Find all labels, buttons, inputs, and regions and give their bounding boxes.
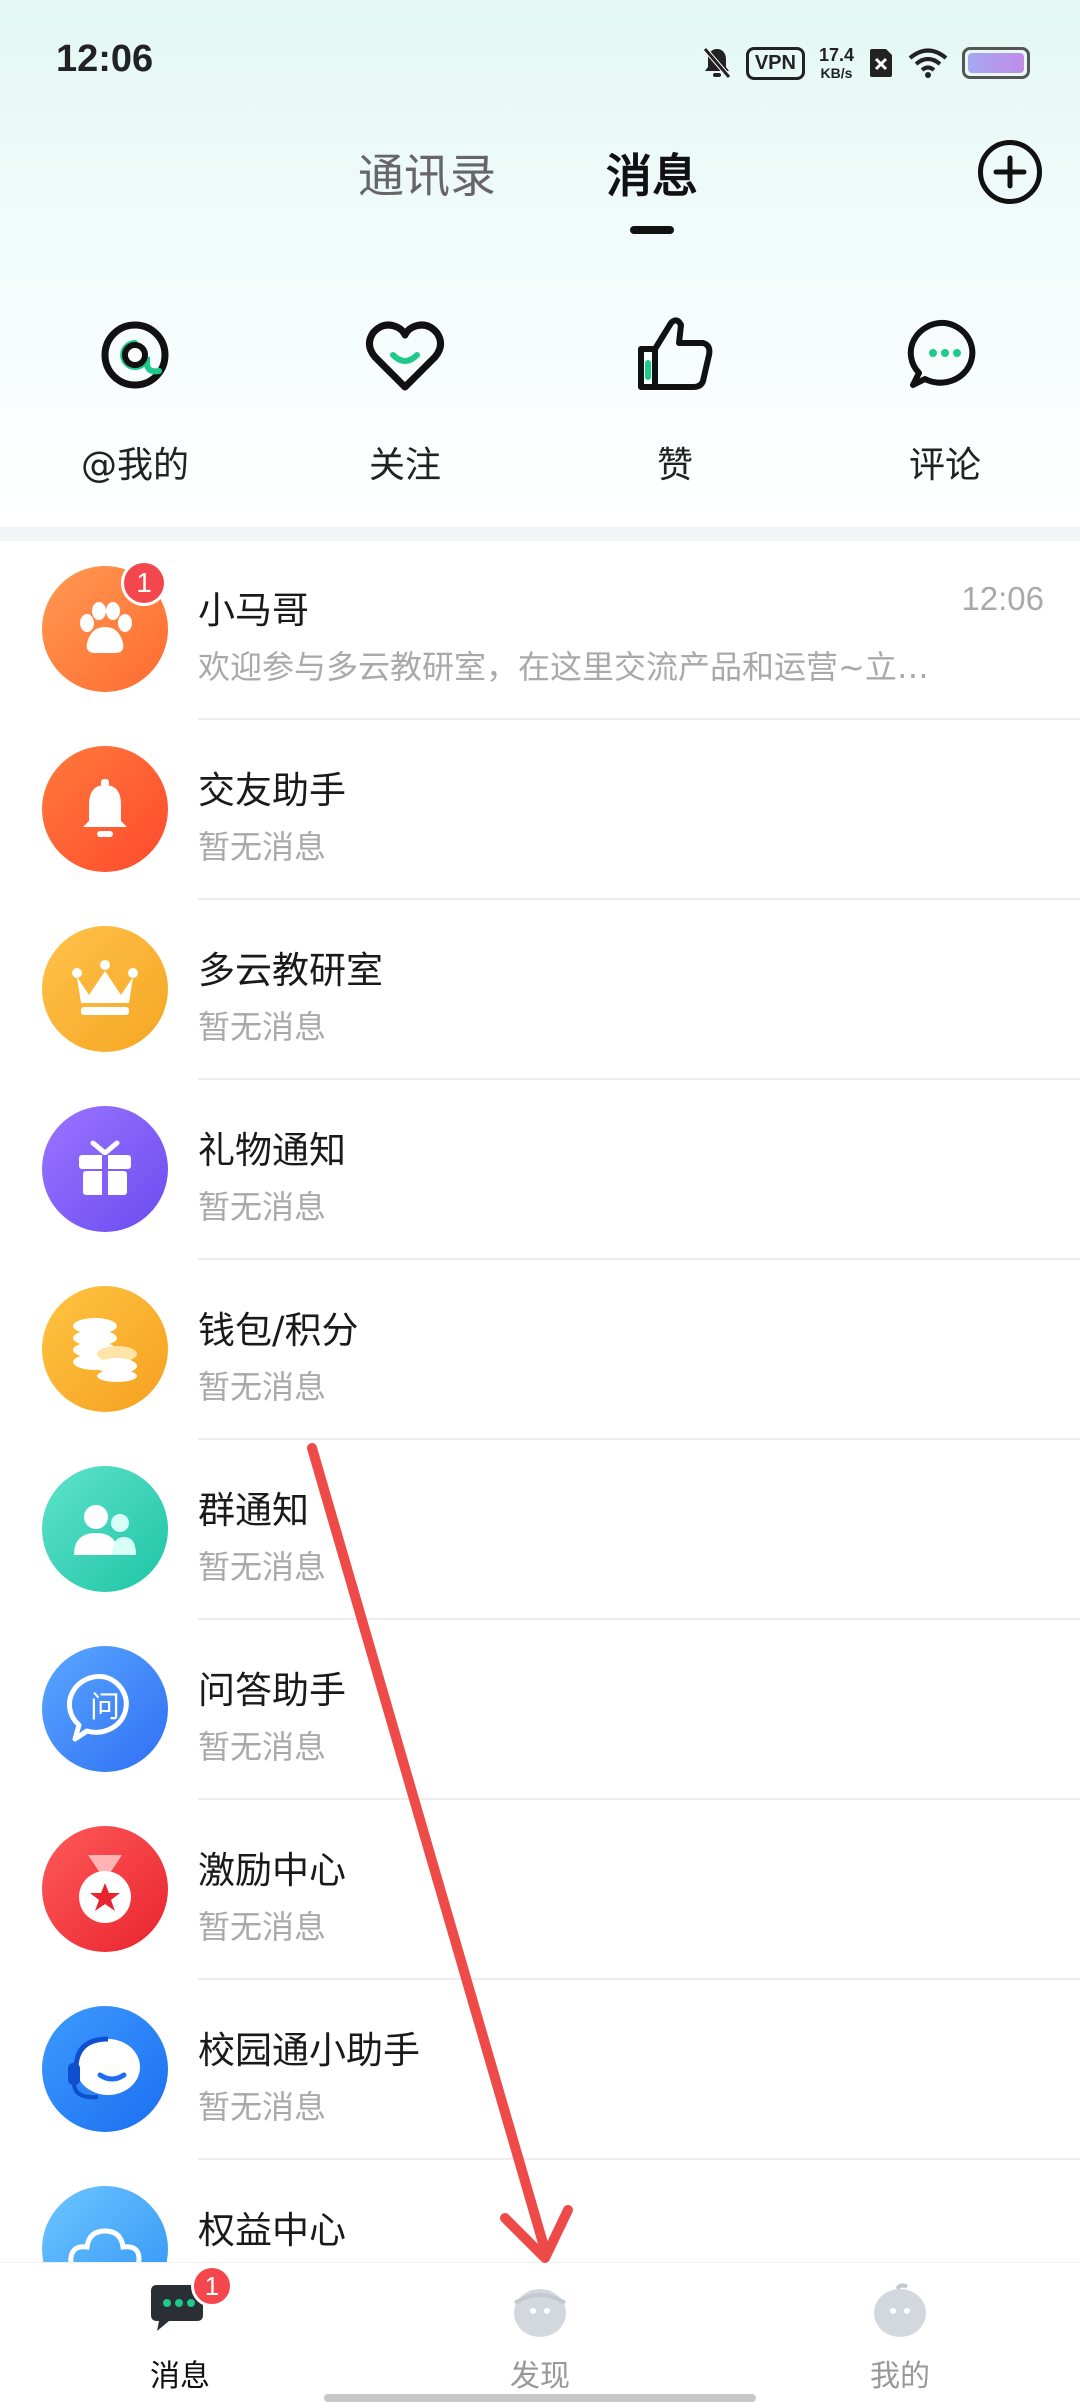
avatar <box>42 926 168 1052</box>
conversation-preview: 暂无消息 <box>198 1728 327 1766</box>
quick-action-label: 赞 <box>656 445 693 486</box>
conversation-preview: 暂无消息 <box>198 1008 327 1046</box>
nav-messages[interactable]: 1 消息 <box>100 2265 260 2395</box>
qa-glyph: 问 <box>90 1690 120 1725</box>
conversation-title: 群通知 <box>198 1489 309 1532</box>
thumbs-up-icon <box>630 310 720 400</box>
conversation-title: 钱包/积分 <box>198 1309 359 1352</box>
conversation-preview: 暂无消息 <box>198 1188 327 1226</box>
conversation-title: 交友助手 <box>198 769 346 812</box>
avatar <box>42 2006 168 2132</box>
group-icon <box>74 1505 136 1555</box>
nav-discover[interactable]: 发现 <box>460 2281 620 2395</box>
network-speed-value: 17.4 <box>818 45 854 65</box>
profile-face-icon <box>865 2281 935 2341</box>
home-indicator <box>324 2394 756 2402</box>
quick-action-like[interactable]: 赞 <box>575 310 775 488</box>
coins-icon <box>73 1318 137 1382</box>
bottom-nav: 1 消息 发现 我的 <box>0 2262 1080 2408</box>
wifi-icon <box>908 47 948 79</box>
nav-mine[interactable]: 我的 <box>820 2281 980 2395</box>
headset-icon <box>68 2036 140 2100</box>
conversation-title: 问答助手 <box>198 1669 346 1712</box>
nav-label: 我的 <box>870 2359 930 2394</box>
quick-action-label: 评论 <box>908 445 981 486</box>
quick-action-comment[interactable]: 评论 <box>845 310 1045 488</box>
chat-bubble-icon: 1 <box>145 2265 233 2341</box>
unread-badge: 1 <box>121 560 167 606</box>
avatar <box>42 1286 168 1412</box>
status-time: 12:06 <box>56 38 154 80</box>
quick-action-at-me[interactable]: @我的 <box>35 310 235 488</box>
conversation-title: 小马哥 <box>198 589 309 632</box>
heart-icon <box>360 310 450 400</box>
qa-icon: 问 <box>67 1674 129 1742</box>
mute-bell-icon <box>702 46 732 80</box>
bell-icon <box>83 779 127 837</box>
add-button[interactable] <box>978 140 1042 204</box>
conversation-row-qa-assistant[interactable]: 问 问答助手 暂无消息 <box>0 1620 1080 1800</box>
conversation-list: 1 小马哥 欢迎参与多云教研室，在这里交流产品和运营~立… 12:06 交友助手… <box>0 540 1080 2340</box>
discover-planet-icon <box>505 2281 575 2341</box>
crown-icon <box>72 960 138 1015</box>
paw-icon <box>80 602 132 653</box>
conversation-title: 礼物通知 <box>198 1129 346 1172</box>
quick-action-follow[interactable]: 关注 <box>305 310 505 488</box>
conversation-row-friend-assistant[interactable]: 交友助手 暂无消息 <box>0 720 1080 900</box>
comment-icon <box>900 310 990 400</box>
conversation-title: 校园通小助手 <box>198 2029 420 2072</box>
tab-contacts[interactable]: 通讯录 <box>358 140 496 206</box>
status-icons: VPN 17.4 KB/s <box>702 38 1030 88</box>
quick-action-label: 关注 <box>368 445 441 486</box>
avatar <box>42 1106 168 1232</box>
conversation-row-incentive-center[interactable]: 激励中心 暂无消息 <box>0 1800 1080 1980</box>
conversation-preview: 暂无消息 <box>198 1368 327 1406</box>
status-bar: 12:06 VPN 17.4 KB/s <box>0 0 1080 120</box>
quick-action-label: @我的 <box>80 445 189 486</box>
network-speed-unit: KB/s <box>820 65 853 81</box>
at-icon <box>90 310 180 400</box>
conversation-row-group-notice[interactable]: 群通知 暂无消息 <box>0 1440 1080 1620</box>
avatar: 问 <box>42 1646 168 1772</box>
header: 通讯录 消息 <box>0 120 1080 250</box>
quick-actions: @我的 关注 赞 评论 <box>0 290 1080 510</box>
avatar <box>42 746 168 872</box>
vpn-badge: VPN <box>745 46 805 80</box>
plus-icon <box>993 155 1027 189</box>
no-sim-icon <box>868 47 894 79</box>
section-divider <box>0 527 1080 541</box>
nav-label: 消息 <box>150 2359 210 2394</box>
conversation-row-xiaomage[interactable]: 1 小马哥 欢迎参与多云教研室，在这里交流产品和运营~立… 12:06 <box>0 540 1080 720</box>
tab-messages[interactable]: 消息 <box>606 140 698 206</box>
nav-unread-badge: 1 <box>191 2265 233 2307</box>
conversation-row-gift-notice[interactable]: 礼物通知 暂无消息 <box>0 1080 1080 1260</box>
conversation-preview: 暂无消息 <box>198 2088 327 2126</box>
conversation-row-campus-assistant[interactable]: 校园通小助手 暂无消息 <box>0 1980 1080 2160</box>
conversation-row-teaching-room[interactable]: 多云教研室 暂无消息 <box>0 900 1080 1080</box>
avatar <box>42 1826 168 1952</box>
network-speed: 17.4 KB/s <box>819 46 854 80</box>
conversation-preview: 暂无消息 <box>198 1548 327 1586</box>
conversation-title: 激励中心 <box>198 1849 346 1892</box>
gift-icon <box>79 1140 131 1195</box>
nav-label: 发现 <box>510 2359 570 2394</box>
conversation-title: 多云教研室 <box>198 949 383 992</box>
conversation-time: 12:06 <box>961 580 1044 617</box>
avatar <box>42 1466 168 1592</box>
medal-icon <box>79 1855 131 1923</box>
conversation-preview: 暂无消息 <box>198 1908 327 1946</box>
conversation-preview: 暂无消息 <box>198 828 327 866</box>
conversation-preview: 欢迎参与多云教研室，在这里交流产品和运营~立… <box>198 648 929 686</box>
conversation-row-wallet-points[interactable]: 钱包/积分 暂无消息 <box>0 1260 1080 1440</box>
tab-active-indicator <box>630 226 674 234</box>
conversation-title: 权益中心 <box>198 2209 346 2252</box>
battery-icon <box>962 47 1030 79</box>
